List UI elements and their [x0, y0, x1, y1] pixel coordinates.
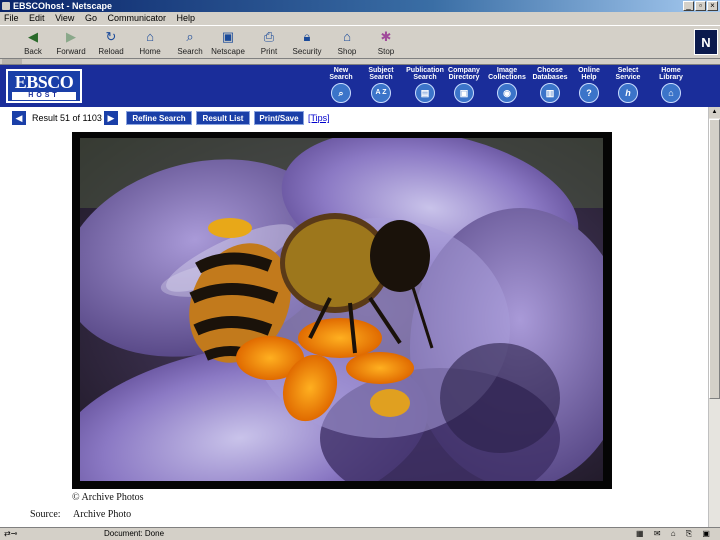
scroll-up-arrow-icon[interactable]: ▲	[709, 107, 720, 118]
bee-on-crocus-photo	[80, 138, 603, 481]
shop-label: Shop	[337, 47, 357, 56]
print-icon: ⎙	[263, 29, 275, 44]
home-button[interactable]: ⌂ Home	[131, 28, 169, 58]
netscape-window-icon	[2, 2, 10, 10]
menu-file[interactable]: File	[0, 12, 23, 25]
netscape-icon: ▣	[221, 29, 235, 44]
nav-select-service-label: Select Service	[615, 67, 641, 81]
back-arrow-icon: ◀	[28, 29, 38, 44]
netscape-logo-icon[interactable]: N	[694, 29, 718, 55]
search-button[interactable]: ⌕ Search	[171, 28, 209, 58]
logo-line-1: EBSCO	[14, 72, 74, 92]
next-arrow-icon: ▶	[107, 113, 115, 123]
component-bar-icons[interactable]: ▦ ✉ ⌂ ⎘ ▣	[636, 529, 714, 539]
stop-icon: ✱	[380, 29, 392, 44]
print-label: Print	[260, 47, 278, 56]
netscape-button[interactable]: ▣ Netscape	[209, 28, 247, 58]
menu-bar: File Edit View Go Communicator Help	[0, 12, 720, 25]
subject-search-icon: A Z	[371, 83, 391, 103]
menu-communicator[interactable]: Communicator	[103, 12, 170, 25]
search-label: Search	[177, 47, 203, 56]
shop-icon: ⌂	[343, 29, 351, 44]
choose-databases-icon: ▥	[540, 83, 560, 103]
ebscohost-logo[interactable]: EBSCO HOST	[6, 69, 82, 103]
back-button[interactable]: ◀ Back	[14, 28, 52, 58]
window-controls: _ ▫ ×	[683, 1, 718, 11]
previous-arrow-icon: ◀	[15, 113, 23, 123]
reload-icon: ↻	[105, 29, 117, 44]
security-lock-icon: 🔒︎	[303, 29, 311, 44]
result-list-button[interactable]: Result List	[196, 111, 250, 125]
minimize-button[interactable]: _	[683, 1, 694, 11]
help-icon: ?	[579, 83, 599, 103]
nav-select-service[interactable]: Select Service h	[605, 67, 651, 105]
result-count: Result 51 of 1103	[32, 113, 102, 123]
location-bar-grip[interactable]	[2, 59, 22, 64]
company-directory-icon: ▣	[454, 83, 474, 103]
nav-subject-search-label: Subject Search	[368, 67, 394, 81]
print-button[interactable]: ⎙ Print	[250, 28, 288, 58]
search-icon: ⌕	[186, 29, 194, 44]
shop-button[interactable]: ⌂ Shop	[328, 28, 366, 58]
maximize-button[interactable]: ▫	[695, 1, 706, 11]
scrollbar-thumb[interactable]	[709, 119, 720, 399]
home-library-icon: ⌂	[661, 83, 681, 103]
source-value: Archive Photo	[73, 509, 132, 520]
home-label: Home	[139, 47, 161, 56]
menu-help[interactable]: Help	[173, 12, 200, 25]
photo-illustration	[80, 138, 603, 481]
window-title-bar: EBSCOhost - Netscape _ ▫ ×	[0, 0, 720, 12]
image-credit: © Archive Photos	[72, 492, 144, 503]
home-icon: ⌂	[146, 29, 154, 44]
next-result-button[interactable]: ▶	[104, 111, 118, 125]
back-label: Back	[24, 47, 42, 56]
new-search-icon: ⌕	[331, 83, 351, 103]
security-label: Security	[292, 47, 322, 56]
image-frame	[72, 132, 612, 489]
vertical-scrollbar[interactable]: ▲	[708, 107, 720, 527]
logo-line-2: HOST	[12, 92, 76, 100]
nav-subject-search[interactable]: Subject Search A Z	[358, 67, 404, 105]
window-title: EBSCOhost - Netscape	[13, 1, 113, 11]
status-bar: ⇄⊸ Document: Done ▦ ✉ ⌂ ⎘ ▣	[0, 527, 720, 540]
tips-link[interactable]: [Tips]	[308, 113, 330, 123]
source-label: Source:	[30, 509, 61, 520]
menu-edit[interactable]: Edit	[25, 12, 49, 25]
connection-status-icon: ⇄⊸	[4, 529, 18, 538]
stop-label: Stop	[377, 47, 395, 56]
forward-label: Forward	[56, 47, 86, 56]
nav-home-library-label: Home Library	[659, 67, 683, 81]
status-text: Document: Done	[104, 529, 165, 538]
close-button[interactable]: ×	[707, 1, 718, 11]
select-service-icon: h	[618, 83, 638, 103]
previous-result-button[interactable]: ◀	[12, 111, 26, 125]
nav-company-directory[interactable]: Company Directory ▣	[441, 67, 487, 105]
publication-search-icon: ▤	[415, 83, 435, 103]
forward-arrow-icon: ▶	[66, 29, 76, 44]
source-line: Source: Archive Photo	[30, 509, 131, 520]
refine-search-button[interactable]: Refine Search	[126, 111, 192, 125]
nav-image-collections[interactable]: Image Collections ◉	[484, 67, 530, 105]
reload-button[interactable]: ↻ Reload	[92, 28, 130, 58]
nav-company-directory-label: Company Directory	[448, 67, 480, 81]
menu-view[interactable]: View	[51, 12, 78, 25]
netscape-label: Netscape	[211, 47, 245, 56]
image-collections-icon: ◉	[497, 83, 517, 103]
reload-label: Reload	[98, 47, 124, 56]
result-navigation-bar: ◀ Result 51 of 1103 ▶ Refine Search Resu…	[0, 110, 720, 128]
forward-button[interactable]: ▶ Forward	[52, 28, 90, 58]
security-button[interactable]: 🔒︎ Security	[288, 28, 326, 58]
print-save-button[interactable]: Print/Save	[254, 111, 304, 125]
nav-home-library[interactable]: Home Library ⌂	[648, 67, 694, 105]
menu-go[interactable]: Go	[81, 12, 101, 25]
browser-toolbar: ◀ Back ▶ Forward ↻ Reload ⌂ Home ⌕ Searc…	[0, 25, 720, 59]
nav-image-collections-label: Image Collections	[488, 67, 526, 81]
ebsco-header: EBSCO HOST New Search ⌕ Subject Search A…	[0, 65, 720, 107]
stop-button[interactable]: ✱ Stop	[367, 28, 405, 58]
